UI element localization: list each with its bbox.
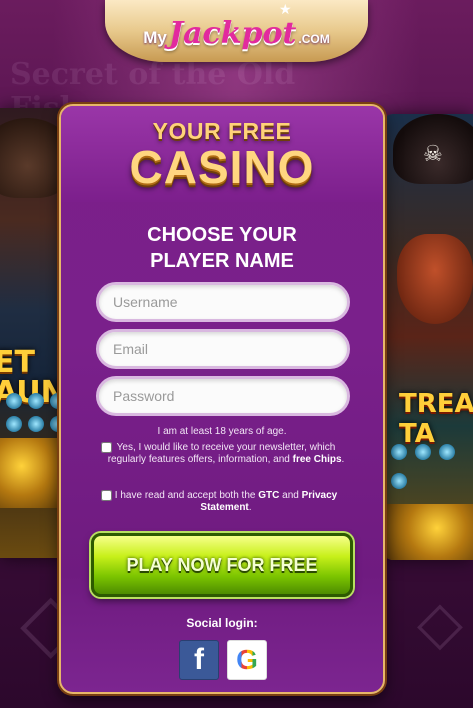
registration-panel: YOUR FREE CASINO CHOOSE YOUR PLAYER NAME… [59,104,385,694]
skull-icon: ☠ [423,142,443,167]
age-notice: I am at least 18 years of age. [157,426,287,437]
social-login-label: Social login: [186,616,258,630]
terms-checkbox[interactable] [101,490,112,501]
terms-and: and [282,490,299,501]
subheading-line-1: CHOOSE YOUR [147,224,297,246]
free-chips-text: free Chips [292,454,342,465]
username-input[interactable] [96,282,350,322]
myjackpot-logo: My Jackpot .COM [143,16,330,51]
gtc-link[interactable]: GTC [258,490,279,501]
email-input[interactable] [96,329,350,369]
facebook-icon: f [194,643,204,676]
terms-text: I have read and accept both the [114,490,256,501]
diamond-decoration-icon: ◇ [416,588,463,658]
logo-banner[interactable]: My Jackpot .COM ★ [105,0,368,62]
right-slot-game-art: ☠ TREA TA [383,114,473,560]
google-icon: G [236,644,258,675]
newsletter-consent: Yes, I would like to receive your newsle… [101,442,351,466]
headline-casino: CASINO [129,141,315,193]
star-icon: ★ [279,2,292,18]
terms-period: . [248,502,252,513]
play-now-button[interactable]: PLAY NOW FOR FREE [91,533,353,597]
newsletter-period: . [341,454,345,465]
terms-consent: I have read and accept both the GTC and … [101,490,351,514]
choose-player-name-heading: CHOOSE YOUR PLAYER NAME [61,222,383,274]
logo-jackpot: Jackpot [168,15,297,51]
subheading-line-2: PLAYER NAME [150,250,294,272]
google-login-button[interactable]: G [227,640,267,680]
logo-my: My [143,27,167,47]
gold-coins-art [383,504,473,560]
facebook-login-button[interactable]: f [179,640,219,680]
logo-dotcom: .COM [298,31,330,46]
newsletter-checkbox[interactable] [101,442,112,453]
pirate-beard-art [397,234,473,324]
slot-symbols [391,444,471,494]
password-input[interactable] [96,376,350,416]
right-slot-title: TREA TA [399,389,473,449]
